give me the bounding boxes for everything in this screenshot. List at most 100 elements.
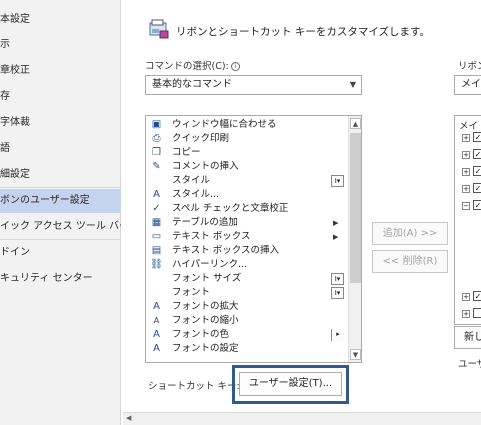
list-item[interactable]: ▭ テキスト ボックス ▶ — [146, 230, 346, 244]
list-item-label: フォント — [172, 287, 211, 298]
expand-icon[interactable]: + — [462, 310, 470, 318]
nav-item-quick-access-toolbar[interactable]: イック アクセス ツール バー — [0, 215, 121, 239]
new-tab-button[interactable]: 新し — [454, 326, 481, 349]
style-icon: A — [153, 189, 160, 200]
list-item[interactable]: A フォントの色 ▸ — [146, 328, 346, 342]
nav-item-customize-ribbon[interactable]: ボンのユーザー設定 — [0, 189, 121, 213]
scroll-left-icon[interactable]: ◀ — [126, 414, 131, 422]
list-item[interactable]: A スタイル... — [146, 188, 346, 202]
submenu-arrow-icon: ▶ — [333, 219, 339, 227]
expand-icon[interactable]: + — [462, 134, 470, 142]
scroll-up-icon[interactable]: ▲ — [350, 118, 361, 129]
expand-icon[interactable]: + — [462, 185, 470, 193]
list-item[interactable]: ❐ コピー — [146, 146, 346, 160]
tree-row[interactable]: + — [459, 308, 481, 320]
command-category-dropdown[interactable]: 基本的なコマンド ▼ — [145, 75, 362, 95]
tree-row[interactable]: + ✓ — [459, 183, 481, 195]
checkbox-checked-icon[interactable]: ✓ — [473, 291, 481, 301]
list-item[interactable]: フォント サイズ I▾ — [146, 272, 346, 286]
list-item-label: コメントの挿入 — [172, 161, 239, 172]
tree-row[interactable]: + ✓ — [459, 166, 481, 178]
list-item[interactable]: ⎙ クイック印刷 — [146, 132, 346, 146]
tree-row[interactable]: + ✓ — [459, 149, 481, 161]
list-item-label: スペル チェックと文章校正 — [172, 203, 289, 214]
checkbox-unchecked-icon[interactable] — [473, 308, 481, 318]
table-insert-icon: ▦ — [151, 217, 162, 228]
list-item[interactable]: ⛓ ハイパーリンク... — [146, 258, 346, 272]
tree-row[interactable]: − ✓ — [459, 200, 481, 212]
checkbox-checked-icon[interactable]: ✓ — [473, 149, 481, 159]
scroll-down-icon[interactable]: ▼ — [350, 349, 361, 360]
list-item-label: ハイパーリンク... — [172, 259, 248, 270]
customize-shortcuts-button[interactable]: ユーザー設定(T)... — [239, 372, 342, 396]
chevron-down-icon: ▼ — [349, 80, 356, 89]
ribbon-tabs-dropdown[interactable]: メイ — [454, 75, 481, 95]
nav-item-advanced[interactable]: 細設定 — [0, 163, 121, 187]
submenu-arrow-icon: ▶ — [333, 233, 339, 241]
list-item[interactable]: A フォントの拡大 — [146, 300, 346, 314]
nav-item-display[interactable]: 示 — [0, 33, 121, 57]
user-settings-label: ユーザ — [458, 359, 481, 370]
checkbox-checked-icon[interactable]: ✓ — [473, 183, 481, 193]
expand-icon[interactable]: + — [462, 151, 470, 159]
list-item[interactable]: ▦ テーブルの追加 ▶ — [146, 216, 346, 230]
command-list[interactable]: ▣ ウィンドウ幅に合わせる ⎙ クイック印刷 ❐ コピー ✎ コメントの挿入 ス… — [145, 115, 362, 363]
ribbon-tabs-list[interactable]: メイ + ✓ + ✓ + ✓ + ✓ − ✓ + ✓ + — [454, 115, 481, 325]
dropdown-indicator-icon: I▾ — [331, 175, 344, 187]
list-item[interactable]: ✎ コメントの挿入 — [146, 160, 346, 174]
list-item[interactable]: A フォントの設定 — [146, 342, 346, 356]
customize-ribbon-icon — [148, 18, 170, 40]
list-item[interactable]: ✓ スペル チェックと文章校正 — [146, 202, 346, 216]
textbox-icon: ▭ — [151, 231, 162, 242]
dropdown-indicator-icon: ▸ — [331, 329, 344, 341]
checkbox-checked-icon[interactable]: ✓ — [473, 132, 481, 142]
list-item-label: テキスト ボックスの挿入 — [172, 245, 279, 256]
font-color-icon: A — [153, 329, 160, 340]
command-list-scrollbar[interactable]: ▲ ▼ — [348, 116, 361, 362]
command-select-label-text: コマンドの選択(C): — [145, 61, 229, 72]
tree-row[interactable]: + ✓ — [459, 132, 481, 144]
checkbox-checked-icon[interactable]: ✓ — [473, 200, 481, 210]
add-button[interactable]: 追加(A) >> — [372, 222, 448, 245]
quick-print-icon: ⎙ — [152, 133, 161, 144]
header-description: リボンとショートカット キーをカスタマイズします。 — [176, 26, 430, 38]
list-item-label: コピー — [172, 147, 201, 158]
list-item-label: スタイル — [172, 175, 211, 186]
nav-item-trust-center[interactable]: キュリティ センター — [0, 267, 121, 291]
hyperlink-icon: ⛓ — [150, 259, 163, 270]
expand-icon[interactable]: + — [462, 293, 470, 301]
list-item-label: ウィンドウ幅に合わせる — [172, 119, 277, 130]
spellcheck-icon: ✓ — [152, 203, 161, 214]
list-item[interactable]: ▣ ウィンドウ幅に合わせる — [146, 118, 346, 132]
command-category-value: 基本的なコマンド — [152, 79, 232, 90]
list-item-label: スタイル... — [172, 189, 220, 200]
list-item-label: フォントの拡大 — [172, 301, 239, 312]
comment-insert-icon: ✎ — [152, 161, 161, 172]
scroll-thumb[interactable] — [350, 133, 361, 283]
tree-row[interactable]: + ✓ — [459, 291, 481, 303]
font-shrink-icon: A — [153, 316, 160, 325]
ribbon-tabs-header: メイ — [459, 121, 479, 132]
nav-item-save[interactable]: 存 — [0, 85, 121, 109]
dropdown-indicator-icon: I▾ — [331, 273, 344, 285]
list-item[interactable]: スタイル I▾ — [146, 174, 346, 188]
fit-window-icon: ▣ — [151, 119, 162, 130]
nav-item-general[interactable]: 本設定 — [0, 8, 121, 32]
horizontal-scrollbar[interactable]: ◀ — [123, 412, 481, 425]
remove-button[interactable]: << 削除(R) — [372, 250, 448, 273]
nav-divider — [0, 187, 121, 188]
list-item[interactable]: フォント I▾ — [146, 286, 346, 300]
checkbox-checked-icon[interactable]: ✓ — [473, 166, 481, 176]
nav-item-typography[interactable]: 字体裁 — [0, 111, 121, 135]
collapse-icon[interactable]: − — [462, 202, 470, 210]
list-item-label: フォントの縮小 — [172, 315, 239, 326]
nav-item-language[interactable]: 語 — [0, 137, 121, 161]
ribbon-tabs-value: メイ — [461, 79, 481, 90]
info-icon: i — [230, 62, 240, 71]
font-grow-icon: A — [153, 301, 160, 312]
list-item[interactable]: ▤ テキスト ボックスの挿入 — [146, 244, 346, 258]
nav-item-proofing[interactable]: 章校正 — [0, 59, 121, 83]
expand-icon[interactable]: + — [462, 168, 470, 176]
list-item[interactable]: A フォントの縮小 — [146, 314, 346, 328]
nav-item-addins[interactable]: ドイン — [0, 241, 121, 265]
